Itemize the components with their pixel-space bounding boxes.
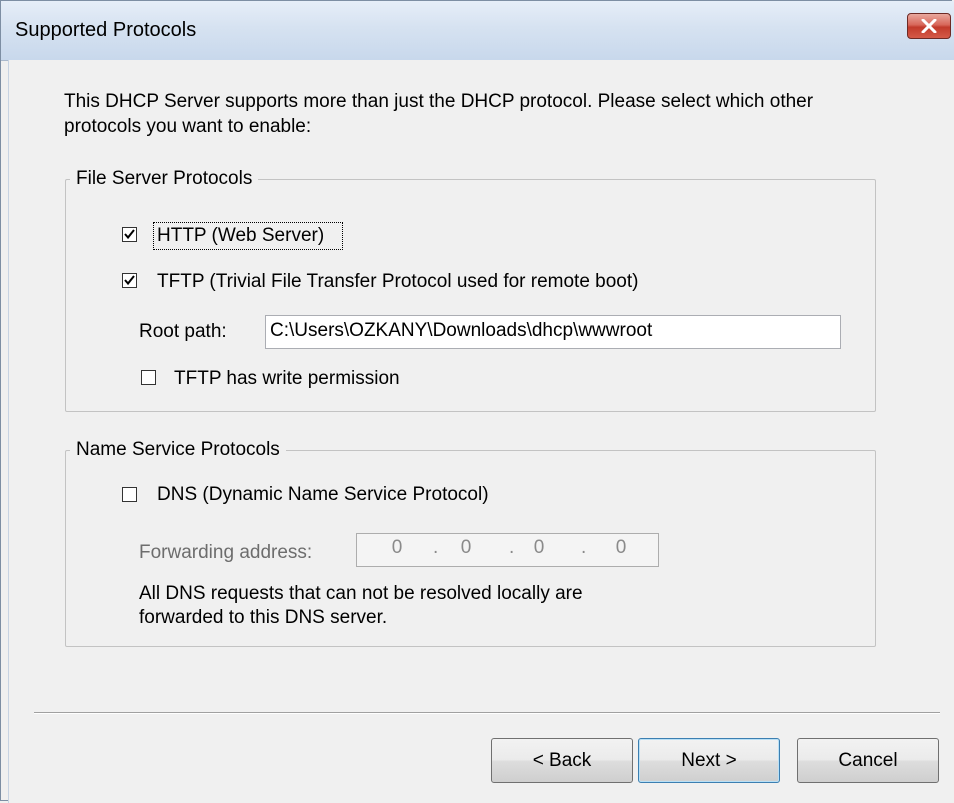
http-checkbox[interactable] <box>122 227 137 242</box>
check-icon <box>124 229 135 240</box>
ip-octet-4: 0 <box>615 537 627 558</box>
dns-note-line-2: forwarded to this DNS server. <box>139 607 388 628</box>
forwarding-address-label: Forwarding address: <box>139 542 313 563</box>
ip-dot: . <box>581 537 587 558</box>
ip-dot: . <box>509 537 515 558</box>
dns-note-line-1: All DNS requests that can not be resolve… <box>139 583 583 604</box>
tftp-label[interactable]: TFTP (Trivial File Transfer Protocol use… <box>157 270 639 294</box>
forwarding-address-input[interactable]: 0 . 0 . 0 . 0 <box>356 533 659 567</box>
dns-label[interactable]: DNS (Dynamic Name Service Protocol) <box>157 483 489 507</box>
ip-octet-2: 0 <box>460 537 472 558</box>
name-service-legend: Name Service Protocols <box>70 438 286 462</box>
window-title: Supported Protocols <box>15 19 197 41</box>
root-path-input[interactable]: C:\Users\OZKANY\Downloads\dhcp\wwwroot <box>265 315 841 349</box>
next-button[interactable]: Next > <box>638 738 780 783</box>
close-icon <box>921 19 937 33</box>
ip-dot: . <box>433 537 439 558</box>
root-path-label: Root path: <box>139 321 227 342</box>
tftp-checkbox[interactable] <box>122 273 137 288</box>
footer-separator <box>34 712 940 714</box>
intro-text: This DHCP Server supports more than just… <box>64 91 814 137</box>
write-permission-checkbox[interactable] <box>141 370 156 385</box>
close-button[interactable] <box>907 13 951 39</box>
ip-octet-1: 0 <box>391 537 403 558</box>
dns-checkbox[interactable] <box>122 487 137 502</box>
cancel-button[interactable]: Cancel <box>797 738 939 783</box>
http-focus-rect <box>153 222 343 250</box>
ip-octet-3: 0 <box>533 537 545 558</box>
check-icon <box>124 275 135 286</box>
back-button[interactable]: < Back <box>491 738 633 783</box>
file-server-legend: File Server Protocols <box>70 167 259 191</box>
write-permission-label[interactable]: TFTP has write permission <box>174 367 400 391</box>
title-bar[interactable]: Supported Protocols <box>1 1 954 61</box>
